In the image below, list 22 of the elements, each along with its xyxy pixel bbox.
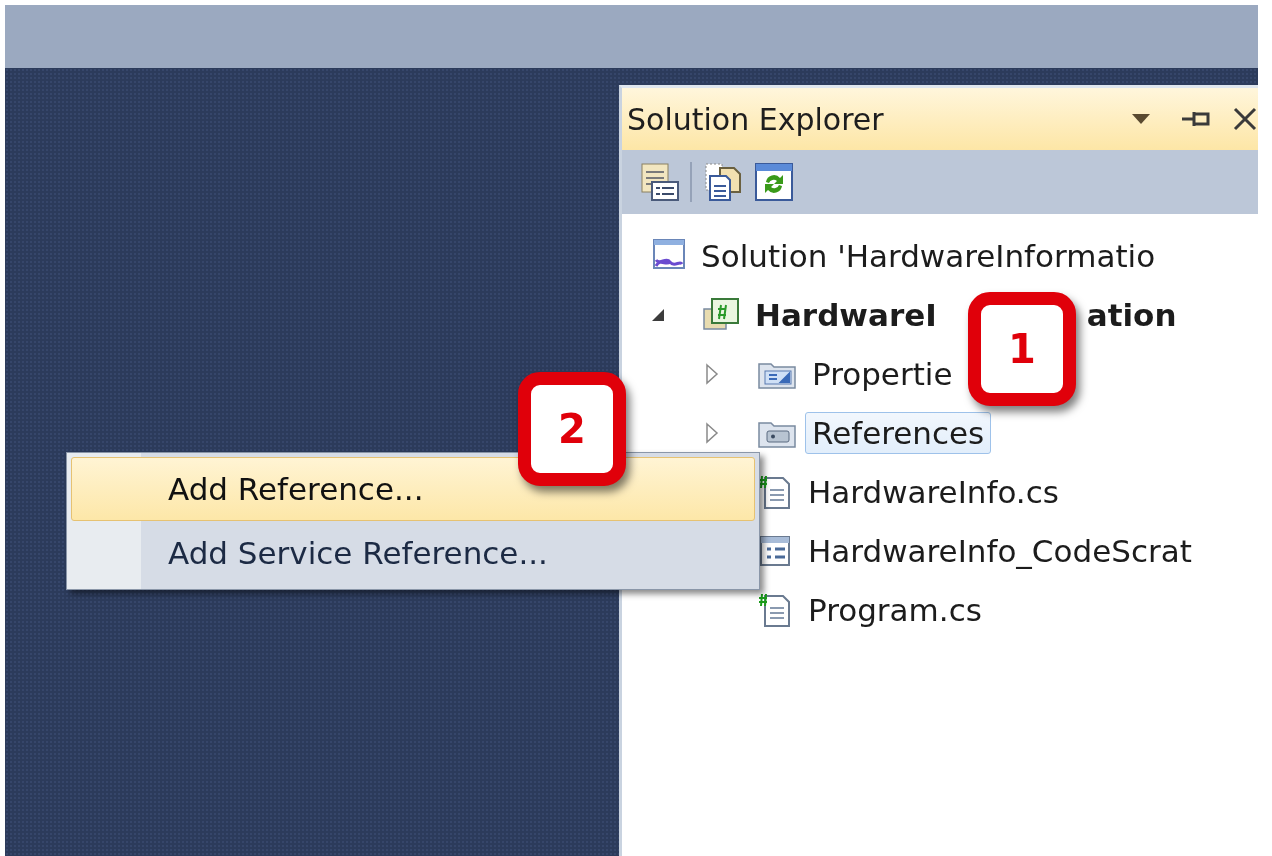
tree-item[interactable]: HardwareInfo_CodeScrat [801, 529, 1199, 572]
callout-badge: 1 [968, 292, 1076, 406]
tree-item-label: ation [1086, 296, 1177, 333]
menu-item[interactable]: Add Reference... [71, 457, 755, 521]
refresh-icon[interactable] [752, 160, 796, 204]
collapsed-arrow-icon[interactable] [705, 421, 719, 444]
menu-item[interactable]: Add Service Reference... [71, 521, 755, 585]
close-icon[interactable] [1232, 106, 1258, 132]
tree-item[interactable]: Solution 'HardwareInformatio [694, 234, 1163, 277]
tree-item[interactable]: Program.cs [801, 588, 989, 631]
collapsed-arrow-icon[interactable] [705, 362, 719, 385]
callout-badge: 2 [518, 372, 626, 486]
tree-item[interactable]: HardwareInfo.cs [801, 470, 1066, 513]
csharp-file-icon [757, 591, 793, 628]
csharp-project-icon [702, 296, 740, 333]
tree-item[interactable]: References [805, 411, 992, 454]
pin-icon[interactable] [1180, 109, 1212, 129]
panel-title: Solution Explorer [627, 101, 885, 137]
tree-item[interactable]: Propertie [805, 352, 960, 395]
tree-item-label: HardwareI [755, 296, 937, 333]
dropdown-icon[interactable] [1130, 112, 1152, 126]
properties-window-icon[interactable] [638, 160, 682, 204]
